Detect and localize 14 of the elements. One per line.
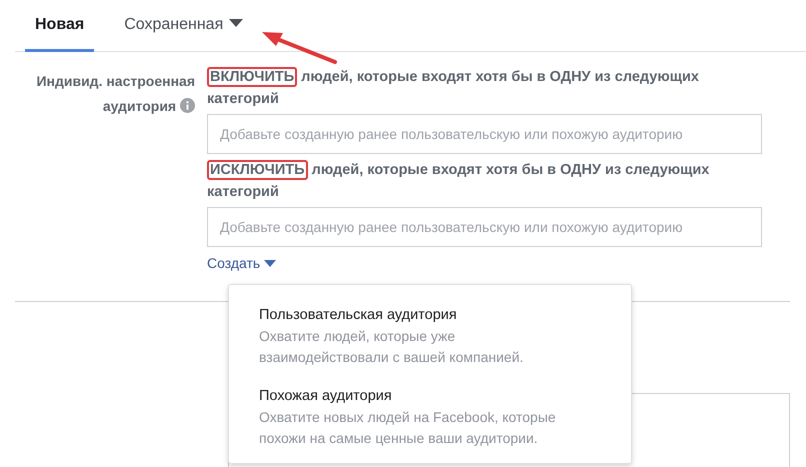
audience-input[interactable]: Добавьте созданную ранее пользовательскую или похожую аудиторию	[207, 207, 762, 247]
info-icon[interactable]	[180, 98, 195, 113]
tab[interactable]: Новая	[25, 0, 94, 52]
condition-text: ВКЛЮЧИТЬ людей, которые входят хотя бы в ОДНУ из следующих категорий	[207, 66, 700, 109]
field-label: Индивид. настроенная аудитория	[35, 72, 196, 116]
menu-item-title[interactable]: Похожая аудитория	[259, 386, 601, 407]
tab[interactable]: Сохраненная	[114, 0, 254, 52]
audience-input[interactable]: Добавьте созданную ранее пользовательскую или похожую аудиторию	[207, 114, 762, 154]
menu-item-description: Охватите новых людей на Facebook, которые похожи на самые ценные ваши аудитории.	[259, 408, 557, 448]
create-link[interactable]: Создать	[207, 255, 276, 271]
caret-icon	[264, 260, 276, 266]
menu-item-title[interactable]: Пользовательская аудитория	[259, 305, 601, 326]
menu-item-description: Охватите людей, которые уже взаимодействовали с вашей компанией.	[259, 327, 524, 367]
condition-text: ИСКЛЮЧИТЬ людей, которые входят хотя бы в ОДНУ из следующих категорий	[207, 159, 710, 202]
